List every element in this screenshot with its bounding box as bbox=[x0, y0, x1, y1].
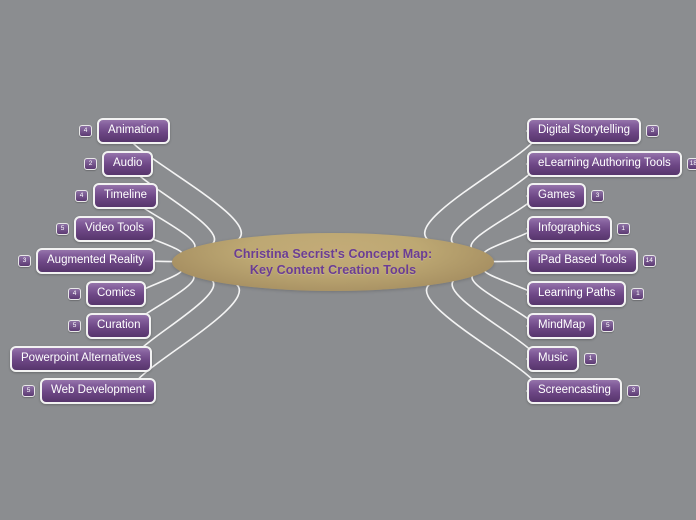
branch-connector bbox=[132, 283, 241, 392]
branch-node[interactable]: iPad Based Tools 14 bbox=[527, 248, 656, 274]
branch-node-count-badge: 1 bbox=[616, 222, 630, 236]
branch-node-count-badge: 5 bbox=[22, 384, 35, 398]
branch-node-label[interactable]: Games bbox=[527, 183, 587, 209]
branch-node[interactable]: Infographics 1 bbox=[527, 216, 630, 242]
branch-node-label[interactable]: Infographics bbox=[527, 216, 612, 242]
branch-node-label[interactable]: Screencasting bbox=[527, 378, 622, 404]
branch-node-count-badge: 3 bbox=[626, 384, 640, 398]
branch-node-label[interactable]: iPad Based Tools bbox=[527, 248, 638, 274]
branch-node-label[interactable]: Digital Storytelling bbox=[527, 118, 642, 144]
branch-node-count-badge: 2 bbox=[84, 157, 97, 171]
branch-node[interactable]: Games 3 bbox=[527, 183, 605, 209]
branch-node[interactable]: 5 Curation bbox=[68, 313, 152, 339]
branch-node-count-badge: 4 bbox=[79, 124, 92, 138]
branch-node[interactable]: 4 Animation bbox=[79, 118, 171, 144]
branch-connector bbox=[482, 228, 532, 257]
branch-node[interactable]: Music 1 bbox=[527, 346, 598, 372]
branch-node-count-badge: 4 bbox=[68, 287, 81, 301]
branch-node[interactable]: Learning Paths 1 bbox=[527, 281, 645, 307]
branch-node-label[interactable]: Animation bbox=[97, 118, 171, 144]
central-hub-node[interactable]: Christina Secrist's Concept Map: Key Con… bbox=[172, 233, 494, 291]
branch-connector bbox=[470, 195, 534, 251]
branch-node-label[interactable]: Timeline bbox=[93, 183, 159, 209]
branch-node-label[interactable]: Video Tools bbox=[74, 216, 156, 242]
branch-node-count-badge: 1 bbox=[631, 287, 645, 301]
branch-connector bbox=[424, 130, 538, 241]
branch-node[interactable]: Digital Storytelling 3 bbox=[527, 118, 660, 144]
branch-node-count-badge: 3 bbox=[646, 124, 660, 138]
branch-connector bbox=[487, 260, 532, 263]
branch-node[interactable]: MindMap 5 bbox=[527, 313, 615, 339]
branch-node[interactable]: eLearning Authoring Tools 18 bbox=[527, 151, 696, 177]
branch-node-label[interactable]: Powerpoint Alternatives bbox=[10, 346, 153, 372]
branch-node[interactable]: 5 Web Development bbox=[22, 378, 157, 404]
central-hub-title: Christina Secrist's Concept Map: Key Con… bbox=[233, 247, 433, 277]
branch-node-count-badge: 3 bbox=[591, 189, 605, 203]
branch-node-count-badge: 3 bbox=[18, 254, 31, 268]
branch-node[interactable]: 3 Augmented Reality bbox=[18, 248, 156, 274]
branch-connector bbox=[451, 278, 536, 360]
branch-node-label[interactable]: MindMap bbox=[527, 313, 597, 339]
branch-node[interactable]: 5 Video Tools bbox=[56, 216, 156, 242]
branch-node-label[interactable]: eLearning Authoring Tools bbox=[527, 151, 682, 177]
branch-connector bbox=[450, 163, 536, 245]
branch-node[interactable]: 4 Comics bbox=[68, 281, 147, 307]
branch-node-label[interactable]: Learning Paths bbox=[527, 281, 627, 307]
branch-node-label[interactable]: Music bbox=[527, 346, 580, 372]
branch-node[interactable]: Powerpoint Alternatives bbox=[10, 346, 153, 372]
branch-node-label[interactable]: Curation bbox=[86, 313, 152, 339]
branch-node-label[interactable]: Audio bbox=[102, 151, 154, 177]
branch-connector bbox=[471, 273, 534, 327]
branch-node-count-badge: 5 bbox=[68, 319, 81, 333]
branch-node[interactable]: Screencasting 3 bbox=[527, 378, 640, 404]
branch-node-label[interactable]: Augmented Reality bbox=[36, 248, 156, 274]
branch-connector bbox=[483, 267, 532, 295]
branch-node-count-badge: 5 bbox=[601, 319, 615, 333]
branch-node-label[interactable]: Comics bbox=[86, 281, 147, 307]
branch-node-count-badge: 18 bbox=[686, 157, 696, 171]
branch-node-count-badge: 14 bbox=[642, 254, 656, 268]
branch-connector bbox=[425, 283, 538, 392]
branch-node-label[interactable]: Web Development bbox=[40, 378, 157, 404]
branch-node[interactable]: 4 Timeline bbox=[75, 183, 159, 209]
branch-node-count-badge: 1 bbox=[584, 352, 598, 366]
branch-node-count-badge: 5 bbox=[56, 222, 69, 236]
concept-map-canvas: Christina Secrist's Concept Map: Key Con… bbox=[0, 0, 696, 520]
branch-node[interactable]: 2 Audio bbox=[84, 151, 154, 177]
branch-node-count-badge: 4 bbox=[75, 189, 88, 203]
